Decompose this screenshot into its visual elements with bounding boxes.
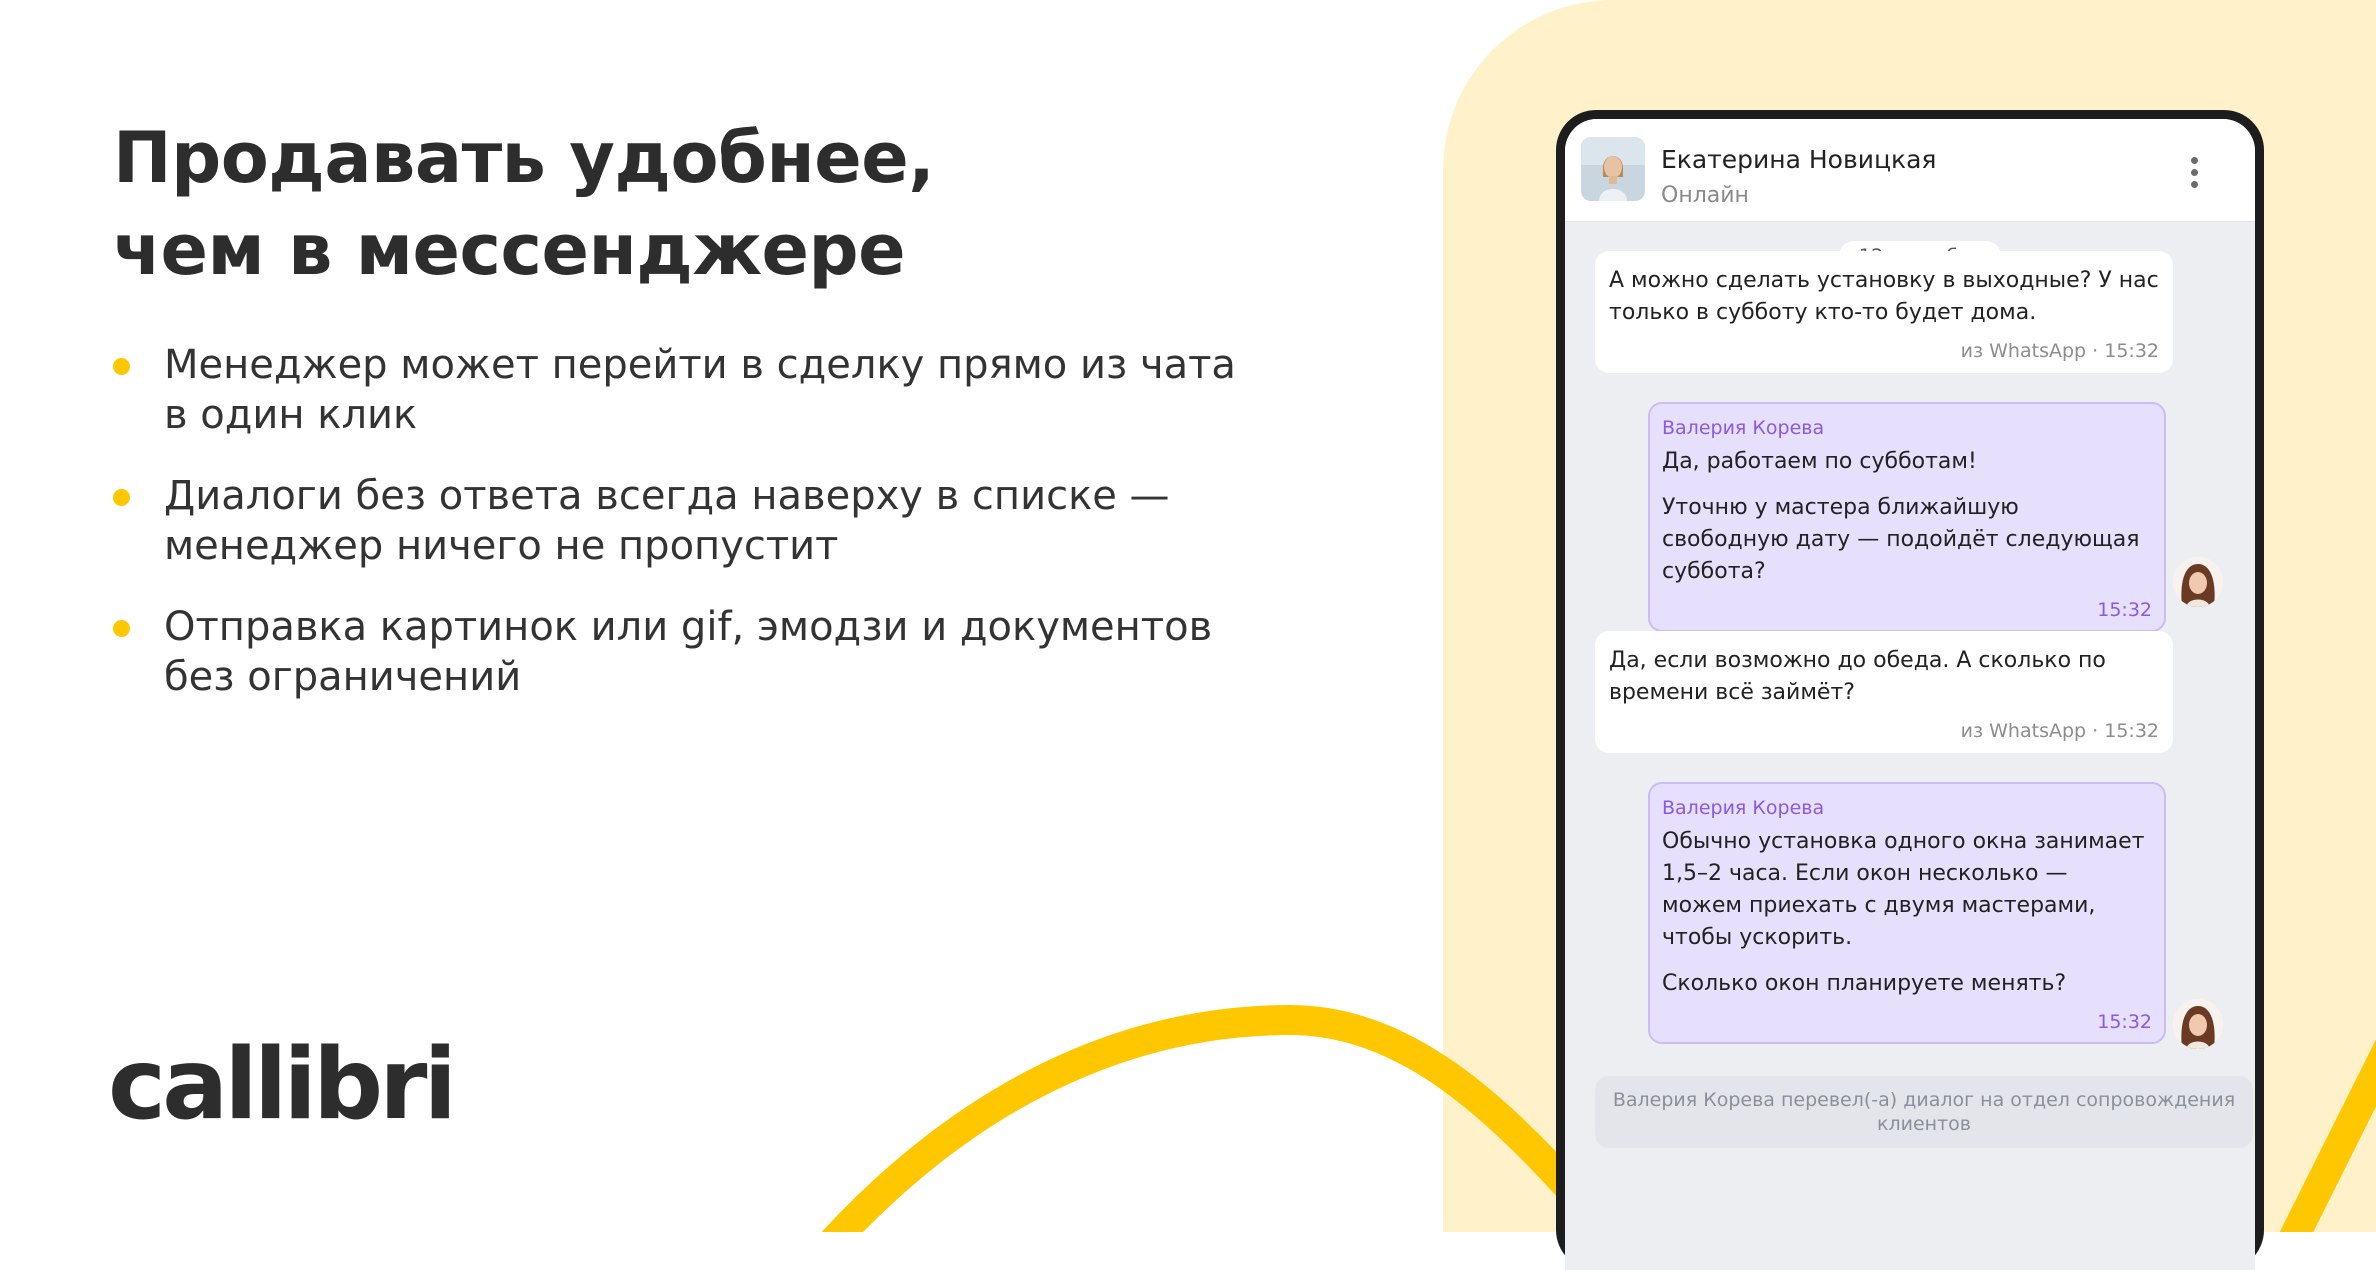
message-text: Да, работаем по субботам! bbox=[1662, 449, 1977, 474]
headline-line-1: Продавать удобнее, bbox=[113, 117, 935, 199]
contact-status: Онлайн bbox=[1661, 183, 1749, 208]
message-text: Сколько окон планируете менять? bbox=[1662, 971, 2067, 996]
agent-avatar bbox=[2173, 557, 2223, 607]
meta-separator: · bbox=[2092, 720, 2105, 742]
chat-header: Екатерина Новицкая Онлайн bbox=[1565, 119, 2255, 222]
feature-item: Диалоги без ответа всегда наверху в спис… bbox=[113, 471, 1313, 571]
feature-list: Менеджер может перейти в сделку прямо из… bbox=[113, 340, 1313, 733]
contact-avatar[interactable] bbox=[1581, 137, 1645, 201]
message-time: 15:32 bbox=[2097, 599, 2152, 621]
callibri-logo: callibri bbox=[108, 1028, 453, 1130]
meta-separator: · bbox=[2092, 340, 2105, 362]
feature-text-line: менеджер ничего не пропустит bbox=[164, 523, 839, 569]
message-meta: из WhatsApp · 15:32 bbox=[1609, 339, 2159, 363]
outgoing-message: Валерия Корева Да, работаем по субботам!… bbox=[1648, 402, 2166, 632]
system-notification: Валерия Корева перевел(-а) диалог на отд… bbox=[1595, 1076, 2253, 1148]
contact-name: Екатерина Новицкая bbox=[1661, 145, 1937, 174]
message-text: Обычно установка одного окна занимает 1,… bbox=[1662, 829, 2145, 950]
feature-text-line: Отправка картинок или gif, эмодзи и доку… bbox=[164, 604, 1213, 650]
bullet-dot-icon bbox=[113, 489, 130, 506]
feature-text-line: Менеджер может перейти в сделку прямо из… bbox=[164, 342, 1236, 388]
feature-text-line: без ограничений bbox=[164, 654, 522, 700]
phone-mockup: Екатерина Новицкая Онлайн 12 сентября А … bbox=[1556, 110, 2264, 1270]
feature-item: Отправка картинок или gif, эмодзи и доку… bbox=[113, 602, 1313, 702]
message-time: 15:32 bbox=[2097, 1011, 2152, 1033]
message-time: 15:32 bbox=[2104, 340, 2159, 362]
message-sender: Валерия Корева bbox=[1662, 417, 1825, 439]
incoming-message: А можно сделать установку в выходные? У … bbox=[1595, 251, 2173, 373]
message-text: Уточню у мастера ближайшую свободную дат… bbox=[1662, 495, 2140, 584]
feature-text-line: Диалоги без ответа всегда наверху в спис… bbox=[164, 473, 1170, 519]
feature-text-line: в один клик bbox=[164, 392, 418, 438]
message-text: А можно сделать установку в выходные? У … bbox=[1609, 268, 2159, 325]
message-text: Да, если возможно до обеда. А сколько по… bbox=[1609, 648, 2106, 705]
more-options-icon[interactable] bbox=[2189, 157, 2199, 191]
headline-line-2: чем в мессенджере bbox=[113, 209, 906, 291]
message-source: из WhatsApp bbox=[1960, 340, 2087, 362]
feature-item: Менеджер может перейти в сделку прямо из… bbox=[113, 340, 1313, 440]
bullet-dot-icon bbox=[113, 358, 130, 375]
agent-avatar bbox=[2173, 999, 2223, 1049]
chat-screen: Екатерина Новицкая Онлайн 12 сентября А … bbox=[1565, 119, 2255, 1270]
message-sender: Валерия Корева bbox=[1662, 797, 1825, 819]
message-source: из WhatsApp bbox=[1960, 720, 2087, 742]
incoming-message: Да, если возможно до обеда. А сколько по… bbox=[1595, 631, 2173, 753]
logo-wordmark: callibri bbox=[108, 1028, 453, 1130]
outgoing-message: Валерия Корева Обычно установка одного о… bbox=[1648, 782, 2166, 1044]
message-time: 15:32 bbox=[2104, 720, 2159, 742]
bullet-dot-icon bbox=[113, 620, 130, 637]
message-meta: из WhatsApp · 15:32 bbox=[1609, 719, 2159, 743]
page-headline: Продавать удобнее, чем в мессенджере bbox=[113, 112, 935, 296]
